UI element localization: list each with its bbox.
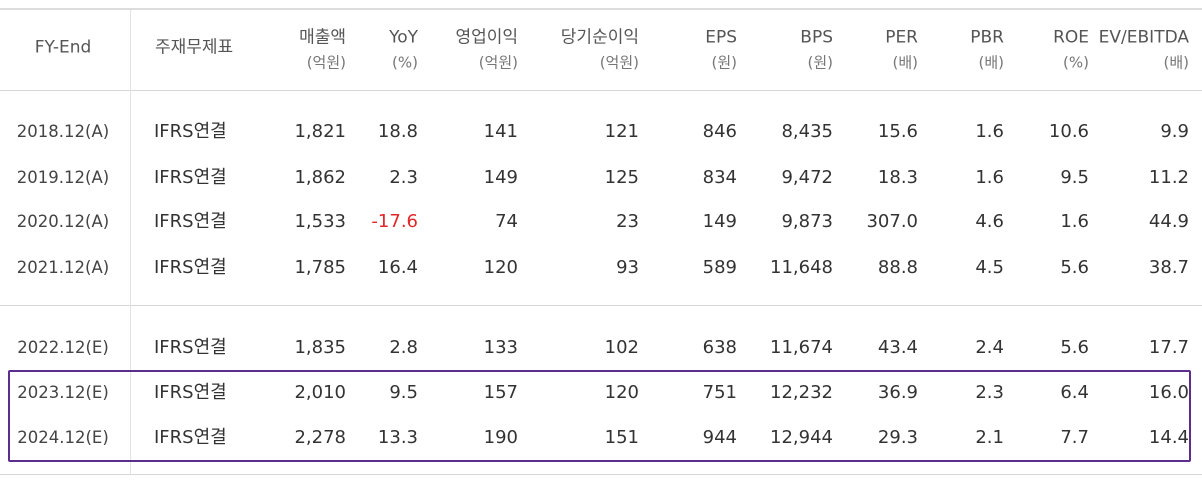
cell-bps: 11,674 <box>770 337 833 358</box>
header-fy-label: FY-End <box>34 37 92 58</box>
cell-per: 307.0 <box>866 211 918 232</box>
cell-net: 102 <box>604 337 639 358</box>
cell-yoy: -17.6 <box>371 211 418 232</box>
header-op-unit: (억원) <box>478 53 518 72</box>
top-rule <box>0 8 1202 10</box>
cell-op: 74 <box>495 211 518 232</box>
header-eps-label: EPS <box>705 27 737 48</box>
cell-pbr: 4.6 <box>975 211 1004 232</box>
cell-sales: 1,821 <box>294 121 346 142</box>
cell-net: 121 <box>604 121 639 142</box>
cell-per: 18.3 <box>877 167 918 188</box>
cell-yoy: 2.3 <box>389 167 418 188</box>
header-net-label: 당기순이익 <box>560 27 639 48</box>
cell-eps: 638 <box>702 337 737 358</box>
cell-net: 125 <box>604 167 639 188</box>
header-yoy-label: YoY <box>389 27 418 48</box>
header-rule <box>0 90 1202 91</box>
cell-roe: 5.6 <box>1060 257 1089 278</box>
cell-type: IFRS연결 <box>154 167 227 188</box>
cell-per: 43.4 <box>877 337 918 358</box>
header-roe-unit: (%) <box>1063 53 1089 72</box>
header-yoy-unit: (%) <box>392 53 418 72</box>
cell-sales: 1,533 <box>294 211 346 232</box>
cell-eps: 589 <box>702 257 737 278</box>
cell-sales: 1,862 <box>294 167 346 188</box>
cell-type: IFRS연결 <box>154 121 227 142</box>
cell-sales: 1,785 <box>294 257 346 278</box>
cell-net: 93 <box>616 257 639 278</box>
header-net-unit: (억원) <box>599 53 639 72</box>
header-ev-label: EV/EBITDA <box>1098 27 1189 48</box>
header-sales-label: 매출액 <box>299 27 346 48</box>
cell-roe: 5.6 <box>1060 337 1089 358</box>
group-divider <box>0 305 1202 306</box>
cell-pbr: 4.5 <box>975 257 1004 278</box>
header-ev-unit: (배) <box>1163 53 1189 72</box>
cell-bps: 11,648 <box>770 257 833 278</box>
cell-bps: 9,472 <box>781 167 833 188</box>
header-per-label: PER <box>885 27 918 48</box>
cell-ev: 38.7 <box>1148 257 1189 278</box>
cell-eps: 834 <box>702 167 737 188</box>
cell-fy: 2021.12(A) <box>16 257 110 277</box>
header-per-unit: (배) <box>892 53 918 72</box>
cell-roe: 9.5 <box>1060 167 1089 188</box>
cell-op: 149 <box>483 167 518 188</box>
header-eps-unit: (원) <box>711 53 737 72</box>
cell-pbr: 2.4 <box>975 337 1004 358</box>
header-pbr-label: PBR <box>970 27 1004 48</box>
cell-roe: 10.6 <box>1048 121 1089 142</box>
cell-fy: 2019.12(A) <box>16 167 110 187</box>
cell-op: 133 <box>483 337 518 358</box>
header-bps-label: BPS <box>800 27 833 48</box>
cell-sales: 1,835 <box>294 337 346 358</box>
cell-eps: 846 <box>702 121 737 142</box>
cell-type: IFRS연결 <box>154 337 227 358</box>
cell-ev: 17.7 <box>1148 337 1189 358</box>
cell-yoy: 18.8 <box>377 121 418 142</box>
cell-fy: 2020.12(A) <box>16 211 110 231</box>
header-roe-label: ROE <box>1053 27 1089 48</box>
header-type-label: 주재무제표 <box>155 37 234 58</box>
header-sales-unit: (억원) <box>306 53 346 72</box>
cell-ev: 9.9 <box>1160 121 1189 142</box>
cell-fy: 2018.12(A) <box>16 121 110 141</box>
forecast-highlight-box <box>8 370 1191 462</box>
cell-yoy: 2.8 <box>389 337 418 358</box>
cell-ev: 44.9 <box>1148 211 1189 232</box>
cell-op: 120 <box>483 257 518 278</box>
cell-type: IFRS연결 <box>154 211 227 232</box>
cell-roe: 1.6 <box>1060 211 1089 232</box>
cell-per: 15.6 <box>877 121 918 142</box>
bottom-rule <box>0 474 1202 475</box>
cell-op: 141 <box>483 121 518 142</box>
header-op-label: 영업이익 <box>455 27 518 48</box>
cell-bps: 9,873 <box>781 211 833 232</box>
cell-per: 88.8 <box>877 257 918 278</box>
cell-yoy: 16.4 <box>377 257 418 278</box>
cell-pbr: 1.6 <box>975 121 1004 142</box>
cell-fy: 2022.12(E) <box>17 337 109 357</box>
cell-ev: 11.2 <box>1148 167 1189 188</box>
cell-type: IFRS연결 <box>154 257 227 278</box>
cell-eps: 149 <box>702 211 737 232</box>
header-pbr-unit: (배) <box>978 53 1004 72</box>
cell-bps: 8,435 <box>781 121 833 142</box>
cell-net: 23 <box>616 211 639 232</box>
cell-pbr: 1.6 <box>975 167 1004 188</box>
header-bps-unit: (원) <box>807 53 833 72</box>
